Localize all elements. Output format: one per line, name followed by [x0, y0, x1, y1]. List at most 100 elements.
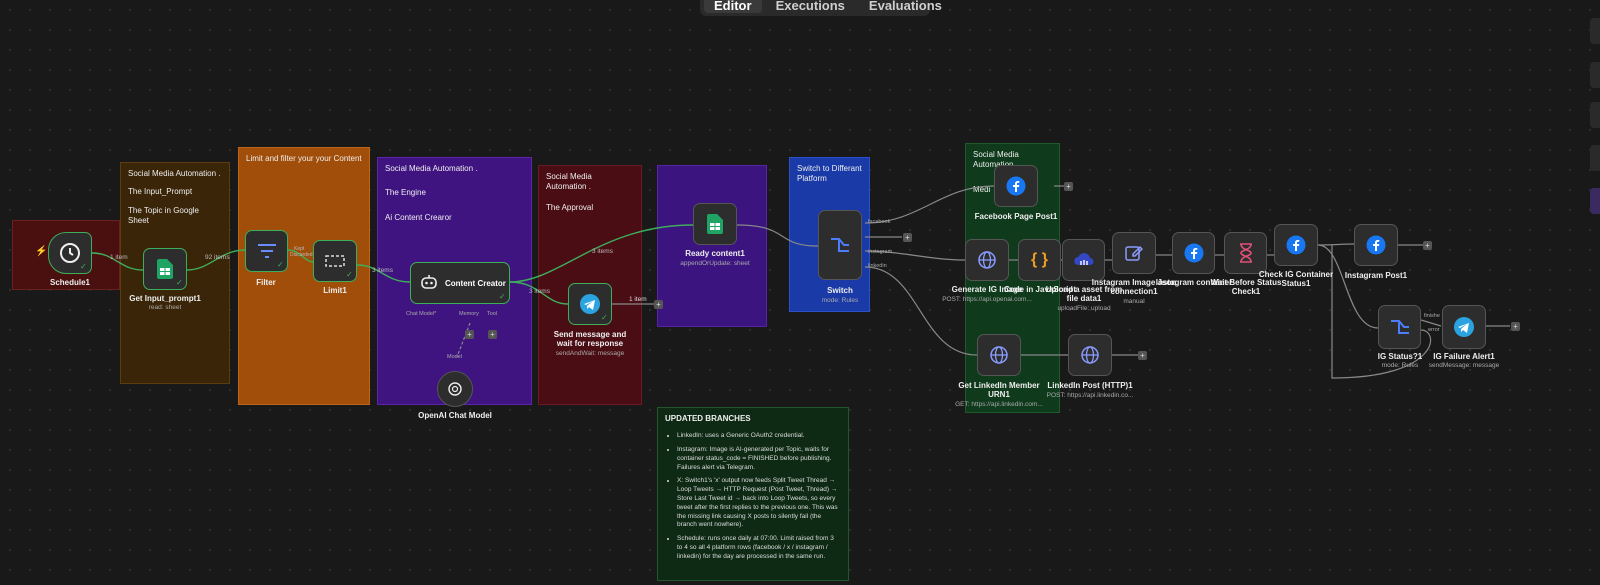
connection	[1317, 243, 1355, 246]
node-label: Schedule1	[49, 278, 90, 287]
switch-icon	[1390, 320, 1409, 334]
success-check-icon: ✓	[346, 270, 353, 279]
output-label: linkedin	[868, 263, 887, 269]
node-subtitle: mode: Rules	[821, 297, 859, 304]
add-node-button[interactable]: +	[654, 300, 663, 309]
node-label: Instagram Post1	[1344, 271, 1408, 280]
connection	[736, 224, 819, 247]
node-subtitle: sendMessage: message	[1428, 362, 1500, 369]
add-node-button[interactable]: +	[903, 233, 912, 242]
node-get-linkedin-urn[interactable]	[977, 334, 1021, 376]
node-subtitle: sendAndWait: message	[555, 350, 625, 357]
node-label: Facebook Page Post1	[974, 212, 1058, 221]
output-label: error	[1428, 327, 1440, 333]
node-subtitle: POST: https://api.openai.com...	[942, 296, 1032, 303]
node-openai-chat-model[interactable]	[437, 371, 473, 407]
node-instagram-container[interactable]	[1172, 232, 1215, 274]
node-label: Send message and wait for response	[553, 330, 627, 348]
add-tool-button[interactable]: +	[488, 330, 497, 339]
node-label: OpenAI Chat Model	[418, 411, 492, 420]
hourglass-icon	[1239, 243, 1252, 263]
edge-label: 3 items	[529, 288, 550, 295]
code-braces-icon: { }	[1031, 251, 1048, 268]
node-label: Check IG Container Status1	[1258, 270, 1334, 288]
node-subtitle: manual	[1123, 298, 1145, 305]
node-instagram-image-json[interactable]	[1112, 232, 1156, 274]
edge-label: Discarded	[290, 252, 313, 258]
openai-icon	[448, 382, 462, 396]
google-sheets-icon	[157, 259, 173, 279]
node-code-javascript[interactable]: { }	[1018, 239, 1061, 281]
add-node-button[interactable]: +	[1138, 351, 1147, 360]
output-label: facebook	[868, 219, 891, 225]
google-sheets-icon	[707, 214, 723, 234]
node-generate-ig-image[interactable]	[965, 239, 1009, 281]
edge-label: 1 item	[110, 254, 128, 261]
node-label: LinkedIn Post (HTTP)1	[1047, 381, 1133, 390]
connection	[864, 266, 978, 356]
node-switch[interactable]	[818, 210, 862, 280]
edge-label: 3 items	[592, 248, 613, 255]
success-check-icon: ✓	[601, 313, 608, 322]
node-label: Filter	[256, 278, 276, 287]
add-node-button[interactable]: +	[1064, 182, 1073, 191]
node-ig-status[interactable]	[1378, 305, 1421, 349]
telegram-icon	[580, 294, 600, 314]
port-label: Memory	[459, 311, 479, 317]
connections-layer	[91, 185, 1510, 379]
output-label: finishe	[1424, 313, 1440, 319]
node-label: Get LinkedIn Member URN1	[958, 381, 1040, 399]
connection	[1420, 319, 1442, 327]
clock-icon	[60, 243, 80, 263]
output-label: instagram	[868, 249, 893, 255]
facebook-icon	[1286, 235, 1306, 255]
node-label: IG Failure Alert1	[1433, 352, 1495, 361]
edge-label: 92 items	[205, 254, 230, 261]
success-check-icon: ✓	[80, 262, 87, 271]
node-check-ig-container[interactable]	[1274, 224, 1318, 266]
node-instagram-post[interactable]	[1354, 224, 1398, 266]
node-subtitle: mode: Rules	[1381, 362, 1419, 369]
node-subtitle: read: sheet	[148, 304, 182, 311]
node-label: IG Status?1	[1377, 352, 1423, 361]
port-label: Model	[447, 354, 462, 360]
add-memory-button[interactable]: +	[465, 330, 474, 339]
globe-icon	[978, 251, 996, 269]
switch-icon	[831, 238, 849, 252]
node-label: Get Input_prompt1	[129, 294, 201, 303]
edge-label: 1 item	[629, 296, 647, 303]
node-subtitle: uploadFile: upload	[1057, 305, 1111, 312]
port-label: Tool	[487, 311, 498, 317]
edge-label: 3 items	[372, 267, 393, 274]
node-label: Limit1	[323, 286, 347, 295]
success-check-icon: ✓	[499, 292, 506, 301]
node-subtitle: appendOrUpdate: sheet	[680, 260, 750, 267]
globe-icon	[1081, 346, 1099, 364]
port-label: Chat Model*	[406, 311, 437, 317]
cloudinary-icon	[1073, 253, 1093, 265]
node-linkedin-post[interactable]	[1068, 334, 1112, 376]
globe-icon	[990, 346, 1008, 364]
node-content-creator[interactable]: Content Creator	[410, 262, 510, 304]
node-subtitle: POST: https://api.linkedin.co...	[1046, 392, 1134, 399]
node-ig-failure-alert[interactable]	[1442, 305, 1486, 349]
add-node-button[interactable]: +	[1511, 322, 1520, 331]
node-subtitle: GET: https://api.linkedin.com...	[955, 401, 1043, 408]
robot-icon	[421, 275, 437, 289]
edit-pencil-icon	[1125, 245, 1143, 261]
node-ready-content[interactable]	[693, 203, 737, 245]
telegram-icon	[1454, 317, 1474, 337]
success-check-icon: ✓	[176, 278, 183, 287]
node-label: Content Creator	[445, 278, 506, 288]
facebook-icon	[1366, 235, 1386, 255]
node-wait[interactable]	[1224, 232, 1267, 274]
limit-icon	[325, 255, 345, 267]
node-upload-asset[interactable]	[1062, 239, 1105, 281]
node-label: Ready content1	[685, 249, 745, 258]
add-node-button[interactable]: +	[1423, 241, 1432, 250]
node-label: Switch	[827, 286, 853, 295]
facebook-icon	[1006, 176, 1026, 196]
filter-icon	[257, 244, 276, 258]
success-check-icon: ✓	[277, 260, 284, 269]
node-facebook-page-post[interactable]	[994, 165, 1038, 207]
